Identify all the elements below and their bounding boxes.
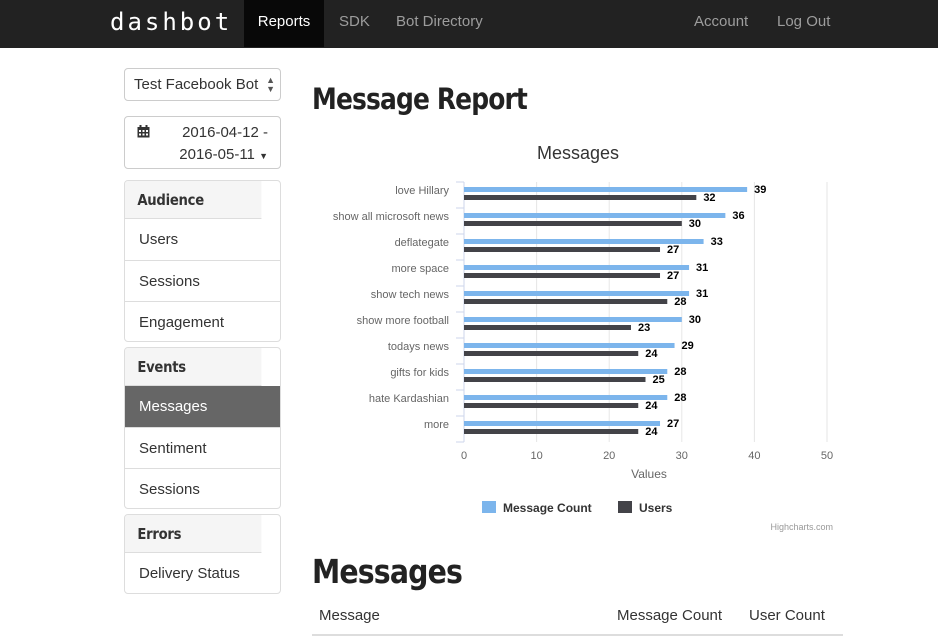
bar-message-count <box>464 213 726 218</box>
panel-heading-errors: Errors <box>125 515 262 553</box>
x-tick-label: 30 <box>676 450 688 462</box>
section-title: Messages <box>312 552 463 591</box>
bar-users <box>464 299 668 304</box>
category-label: show all microsoft news <box>333 211 450 223</box>
data-label: 39 <box>754 184 766 196</box>
data-label: 27 <box>667 270 679 282</box>
category-label: deflategate <box>395 237 449 249</box>
category-label: hate Kardashian <box>369 393 449 405</box>
data-label: 29 <box>682 340 694 352</box>
data-label: 28 <box>674 366 686 378</box>
bar-users <box>464 221 682 226</box>
bar-users <box>464 247 661 252</box>
table-header-message-count[interactable]: Message Count <box>617 607 722 624</box>
data-label: 27 <box>667 244 679 256</box>
x-tick-label: 10 <box>530 450 542 462</box>
messages-chart: Messages love Hillary 39 32 show all microso… <box>312 130 842 540</box>
bar-users <box>464 351 639 356</box>
nav-bot-directory[interactable]: Bot Directory <box>396 0 483 47</box>
sidebar-item-engagement[interactable]: Engagement <box>125 301 280 341</box>
category-label: gifts for kids <box>390 367 449 379</box>
bar-users <box>464 429 639 434</box>
bot-select[interactable]: Test Facebook Bot ▲ ▼ <box>124 68 281 101</box>
table-header-user-count[interactable]: User Count <box>749 607 825 624</box>
x-tick-label: 40 <box>748 450 760 462</box>
date-range-end: 2016-05-11 <box>179 146 255 163</box>
data-label: 24 <box>645 426 658 438</box>
data-label: 31 <box>696 262 708 274</box>
data-label: 28 <box>674 296 686 308</box>
data-label: 30 <box>689 218 701 230</box>
brand-logo[interactable]: dashbot <box>110 8 232 36</box>
legend-swatch <box>618 501 632 513</box>
bot-select-value: Test Facebook Bot <box>134 76 259 93</box>
category-label: love Hillary <box>395 185 449 197</box>
legend-swatch <box>482 501 496 513</box>
x-tick-label: 50 <box>821 450 833 462</box>
data-label: 23 <box>638 322 650 334</box>
navbar: dashbot Reports SDK Bot Directory Accoun… <box>0 0 938 48</box>
sidebar-item-delivery-status[interactable]: Delivery Status <box>125 553 280 593</box>
chart-svg: Messages love Hillary 39 32 show all microso… <box>333 143 833 532</box>
x-tick-label: 0 <box>461 450 467 462</box>
category-label: show tech news <box>371 289 450 301</box>
bar-users <box>464 377 646 382</box>
date-range-picker[interactable]: 2016-04-12 - 2016-05-11 ▼ <box>124 116 281 169</box>
panel-audience: Audience Users Sessions Engagement <box>124 180 281 342</box>
bar-message-count <box>464 343 675 348</box>
select-arrows-icon: ▲ ▼ <box>266 75 275 94</box>
data-label: 33 <box>711 236 723 248</box>
panel-errors: Errors Delivery Status <box>124 514 281 594</box>
bar-users <box>464 195 697 200</box>
data-label: 32 <box>703 192 715 204</box>
date-range-end-wrap: 2016-05-11 ▼ <box>179 146 268 163</box>
chart-title: Messages <box>537 143 619 163</box>
data-label: 30 <box>689 314 701 326</box>
sidebar-item-sessions[interactable]: Sessions <box>125 260 280 301</box>
chart-credits: Highcharts.com <box>770 522 833 532</box>
legend-item: Users <box>639 501 673 515</box>
bar-message-count <box>464 291 690 296</box>
data-label: 28 <box>674 392 686 404</box>
nav-account[interactable]: Account <box>694 0 748 47</box>
page-title: Message Report <box>312 82 528 116</box>
panel-heading-events: Events <box>125 348 262 386</box>
x-tick-label: 20 <box>603 450 615 462</box>
bar-message-count <box>464 421 661 426</box>
data-label: 31 <box>696 288 708 300</box>
category-label: todays news <box>388 341 450 353</box>
data-label: 36 <box>732 210 744 222</box>
bar-users <box>464 273 661 278</box>
data-label: 24 <box>645 400 658 412</box>
category-label: show more football <box>357 315 449 327</box>
caret-down-icon: ▼ <box>259 151 268 161</box>
nav-reports[interactable]: Reports <box>244 0 324 47</box>
bar-users <box>464 403 639 408</box>
category-label: more space <box>392 263 449 275</box>
legend-item: Message Count <box>503 501 592 515</box>
bar-message-count <box>464 369 668 374</box>
sidebar-item-users[interactable]: Users <box>125 219 280 260</box>
date-range-start: 2016-04-12 - <box>182 124 268 141</box>
panel-heading-audience: Audience <box>125 181 262 219</box>
data-label: 24 <box>645 348 658 360</box>
sidebar-item-event-sessions[interactable]: Sessions <box>125 468 280 508</box>
calendar-icon <box>137 125 150 138</box>
bar-message-count <box>464 265 690 270</box>
category-label: more <box>424 419 449 431</box>
sidebar-item-sentiment[interactable]: Sentiment <box>125 427 280 468</box>
data-label: 27 <box>667 418 679 430</box>
data-label: 25 <box>653 374 665 386</box>
panel-events: Events Messages Sentiment Sessions <box>124 347 281 509</box>
table-header-message[interactable]: Message <box>319 607 380 624</box>
sidebar-item-messages[interactable]: Messages <box>125 386 280 427</box>
bar-message-count <box>464 395 668 400</box>
nav-log-out[interactable]: Log Out <box>777 0 830 47</box>
x-axis-title: Values <box>631 467 667 481</box>
table-header-divider <box>312 634 843 636</box>
nav-sdk[interactable]: SDK <box>339 0 370 47</box>
bar-users <box>464 325 631 330</box>
